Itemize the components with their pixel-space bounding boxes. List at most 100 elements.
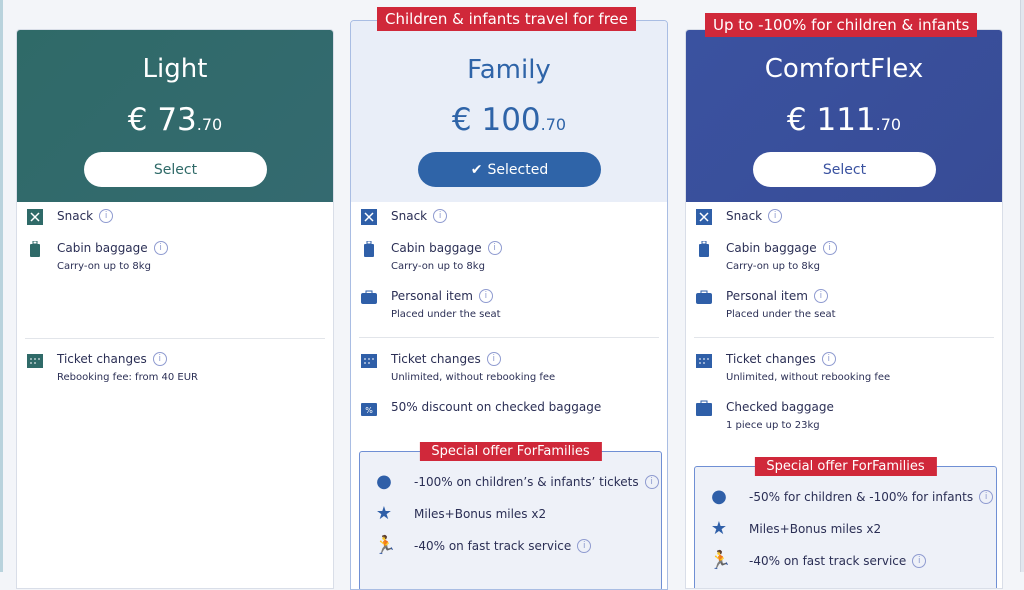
- offer-item: ● -100% on children’s & infants’ tickets i: [374, 472, 659, 492]
- feature-label: Snack: [726, 209, 763, 223]
- luggage-icon: [699, 241, 709, 257]
- special-offer-box: Special offer ForFamilies ● -50% for chil…: [694, 457, 997, 588]
- button-label: Selected: [487, 161, 549, 178]
- bag-icon: [361, 290, 377, 304]
- info-icon[interactable]: i: [99, 209, 114, 223]
- price-cents: .70: [875, 115, 902, 134]
- info-icon[interactable]: i: [577, 539, 592, 553]
- price-cents: .70: [540, 115, 567, 134]
- price-main: € 73: [127, 102, 197, 138]
- fare-card-comfortflex: ComfortFlex € 111.70 Select Snack i Cabin…: [685, 29, 1003, 589]
- offer-item: 🏃 -40% on fast track service i: [374, 535, 592, 556]
- info-icon[interactable]: i: [822, 241, 837, 255]
- feature-label: Personal item: [391, 289, 473, 303]
- feature-label: Checked baggage: [726, 400, 834, 414]
- star-icon: ★: [710, 518, 728, 539]
- price-cents: .70: [196, 115, 223, 134]
- divider: [694, 337, 994, 338]
- info-icon[interactable]: i: [153, 241, 168, 255]
- info-icon[interactable]: i: [821, 352, 836, 366]
- calendar-icon: [361, 354, 377, 368]
- price-main: € 100: [451, 102, 541, 138]
- feature-sub: Placed under the seat: [726, 309, 836, 320]
- feature-sub: Carry-on up to 8kg: [57, 261, 151, 272]
- feature-sub: Unlimited, without rebooking fee: [391, 372, 556, 383]
- select-button[interactable]: Select: [84, 152, 267, 187]
- balloon-icon: ●: [376, 471, 392, 492]
- feature-label: Snack: [391, 209, 428, 223]
- balloon-icon: ●: [711, 486, 727, 507]
- calendar-icon: [696, 354, 712, 368]
- offer-label: -50% for children & -100% for infants: [749, 490, 974, 504]
- fast-track-icon: 🏃: [374, 535, 397, 556]
- select-button[interactable]: Select: [753, 152, 936, 187]
- feature-sub: Placed under the seat: [391, 309, 501, 320]
- divider: [359, 337, 659, 338]
- offer-label: -40% on fast track service: [749, 554, 907, 568]
- info-icon[interactable]: i: [912, 554, 927, 568]
- fare-price: € 100.70: [351, 102, 667, 138]
- feature-sub: Unlimited, without rebooking fee: [726, 372, 891, 383]
- fare-header: ComfortFlex € 111.70 Select: [686, 30, 1002, 202]
- scrollbar[interactable]: [1020, 0, 1024, 572]
- feature-label: Ticket changes: [726, 352, 816, 366]
- info-icon[interactable]: i: [487, 241, 502, 255]
- suitcase-icon: [696, 400, 712, 416]
- special-offer-box: Special offer ForFamilies ● -100% on chil…: [359, 442, 662, 589]
- offer-label: -100% on children’s & infants’ tickets: [414, 475, 639, 489]
- snack-icon: [361, 209, 377, 225]
- offer-label: Miles+Bonus miles x2: [749, 522, 882, 536]
- svg-text:%: %: [365, 406, 373, 415]
- info-icon[interactable]: i: [433, 209, 448, 223]
- fare-price: € 73.70: [17, 102, 333, 138]
- snack-icon: [27, 209, 43, 225]
- fare-header: Light € 73.70 Select: [17, 30, 333, 202]
- fast-track-icon: 🏃: [709, 550, 732, 571]
- selected-button[interactable]: ✔ Selected: [418, 152, 601, 187]
- special-offer-badge: Special offer ForFamilies: [754, 457, 937, 476]
- info-icon[interactable]: i: [644, 475, 659, 489]
- fare-title: ComfortFlex: [764, 54, 924, 84]
- feature-label: Snack: [57, 209, 94, 223]
- offer-label: Miles+Bonus miles x2: [414, 507, 547, 521]
- fare-card-light: Light € 73.70 Select Snack i Cabin baggag…: [16, 29, 334, 589]
- star-icon: ★: [375, 503, 393, 524]
- fare-price: € 111.70: [686, 102, 1002, 138]
- luggage-icon: [30, 241, 40, 257]
- special-offer-badge: Special offer ForFamilies: [419, 442, 602, 461]
- feature-label: Ticket changes: [57, 352, 147, 366]
- feature-sub: Carry-on up to 8kg: [391, 261, 485, 272]
- button-label: Select: [153, 161, 198, 178]
- page-edge: [0, 0, 3, 572]
- feature-label: 50% discount on checked baggage: [391, 400, 602, 414]
- offer-item: ★ Miles+Bonus miles x2: [374, 504, 546, 524]
- feature-sub: Carry-on up to 8kg: [726, 261, 820, 272]
- info-icon[interactable]: i: [152, 352, 167, 366]
- feature-sub: Rebooking fee: from 40 EUR: [57, 372, 198, 383]
- feature-sub: 1 piece up to 23kg: [726, 420, 820, 431]
- info-icon[interactable]: i: [478, 289, 493, 303]
- info-icon[interactable]: i: [813, 289, 828, 303]
- offer-item: ● -50% for children & -100% for infants i: [709, 486, 994, 507]
- info-icon[interactable]: i: [979, 490, 994, 504]
- info-icon[interactable]: i: [768, 209, 783, 223]
- feature-label: Cabin baggage: [57, 241, 148, 255]
- snack-icon: [696, 209, 712, 225]
- info-icon[interactable]: i: [486, 352, 501, 366]
- calendar-icon: [27, 354, 43, 368]
- fare-card-family: Family € 100.70 ✔ Selected Snack i Cabin b…: [350, 20, 668, 590]
- fare-title: Light: [142, 54, 208, 84]
- offer-item: 🏃 -40% on fast track service i: [709, 550, 927, 571]
- price-main: € 111: [786, 102, 876, 138]
- comfortflex-promo-badge: Up to -100% for children & infants: [705, 13, 978, 37]
- bag-icon: [696, 290, 712, 304]
- offer-item: ★ Miles+Bonus miles x2: [709, 519, 881, 539]
- divider: [25, 338, 325, 339]
- button-label: Select: [822, 161, 867, 178]
- check-circle-icon: ✔: [470, 161, 483, 178]
- luggage-icon: [364, 241, 374, 257]
- feature-label: Cabin baggage: [726, 241, 817, 255]
- fare-header: Family € 100.70 ✔ Selected: [351, 21, 667, 202]
- feature-label: Personal item: [726, 289, 808, 303]
- feature-label: Cabin baggage: [391, 241, 482, 255]
